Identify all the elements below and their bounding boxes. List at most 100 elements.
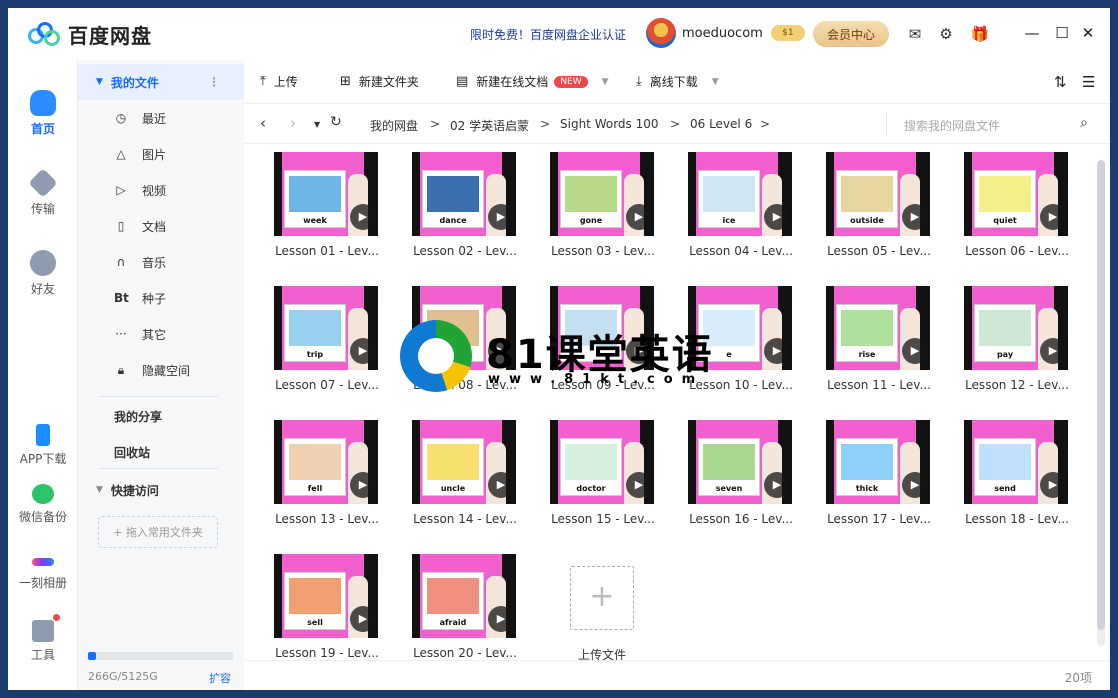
play-icon[interactable]: ▶ bbox=[1040, 338, 1066, 364]
file-item[interactable]: seven ▶ Lesson 16 - Lev... bbox=[686, 412, 796, 532]
file-name[interactable]: Lesson 20 - Lev... bbox=[410, 646, 520, 660]
side-recent[interactable]: ◷ 最近 bbox=[78, 100, 244, 136]
file-name[interactable]: Lesson 03 - Lev... bbox=[548, 244, 658, 258]
add-common-folder-dropzone[interactable]: + 拖入常用文件夹 bbox=[98, 516, 218, 548]
breadcrumb-item[interactable]: 我的网盘 bbox=[370, 117, 418, 134]
side-torrents[interactable]: Bt 种子 bbox=[78, 280, 244, 316]
chevron-down-icon[interactable]: ▼ bbox=[602, 77, 609, 87]
video-thumbnail[interactable]: thick ▶ bbox=[826, 420, 930, 504]
side-others[interactable]: ··· 其它 bbox=[78, 316, 244, 352]
file-item[interactable]: dance ▶ Lesson 02 - Lev... bbox=[410, 144, 520, 264]
file-item[interactable]: sell ▶ Lesson 19 - Lev... bbox=[272, 546, 382, 660]
file-item[interactable]: uncle ▶ Lesson 14 - Lev... bbox=[410, 412, 520, 532]
avatar[interactable] bbox=[646, 18, 676, 48]
mail-icon[interactable]: ✉ bbox=[905, 24, 925, 44]
expand-storage-link[interactable]: 扩容 bbox=[209, 670, 231, 686]
file-name[interactable]: Lesson 12 - Lev... bbox=[962, 378, 1072, 392]
offline-download-button[interactable]: ⤓ 离线下载 ▼ bbox=[636, 73, 719, 90]
back-icon[interactable]: ‹ bbox=[260, 114, 266, 132]
file-item[interactable]: send ▶ Lesson 18 - Lev... bbox=[962, 412, 1072, 532]
forward-icon[interactable]: › bbox=[290, 114, 296, 132]
file-item[interactable]: pay ▶ Lesson 12 - Lev... bbox=[962, 278, 1072, 398]
side-docs[interactable]: ▯ 文档 bbox=[78, 208, 244, 244]
caret-down-icon[interactable]: ▼ bbox=[96, 77, 103, 87]
nav-tools[interactable]: 工具 bbox=[8, 614, 78, 663]
file-item[interactable]: quiet ▶ Lesson 06 - Lev... bbox=[962, 144, 1072, 264]
file-name[interactable]: Lesson 11 - Lev... bbox=[824, 378, 934, 392]
side-hidden-space[interactable]: 🔒︎ 隐藏空间 bbox=[78, 352, 244, 388]
side-my-share[interactable]: 我的分享 bbox=[78, 398, 244, 434]
video-thumbnail[interactable]: outside ▶ bbox=[826, 152, 930, 236]
file-name[interactable]: Lesson 06 - Lev... bbox=[962, 244, 1072, 258]
video-thumbnail[interactable]: fell ▶ bbox=[274, 420, 378, 504]
caret-down-icon[interactable]: ▼ bbox=[96, 485, 103, 495]
play-icon[interactable]: ▶ bbox=[488, 472, 514, 498]
file-item[interactable]: fell ▶ Lesson 13 - Lev... bbox=[272, 412, 382, 532]
file-name[interactable]: Lesson 13 - Lev... bbox=[272, 512, 382, 526]
vip-badge[interactable]: $ 1 bbox=[770, 25, 805, 41]
breadcrumb-item[interactable]: Sight Words 100 bbox=[560, 117, 659, 131]
video-thumbnail[interactable]: seven ▶ bbox=[688, 420, 792, 504]
maximize-button[interactable]: ☐ bbox=[1052, 22, 1072, 44]
gift-icon[interactable]: 🎁 bbox=[970, 24, 990, 44]
file-name[interactable]: Lesson 14 - Lev... bbox=[410, 512, 520, 526]
play-icon[interactable]: ▶ bbox=[626, 204, 652, 230]
file-name[interactable]: Lesson 18 - Lev... bbox=[962, 512, 1072, 526]
play-icon[interactable]: ▶ bbox=[902, 472, 928, 498]
file-item[interactable]: gone ▶ Lesson 03 - Lev... bbox=[548, 144, 658, 264]
breadcrumb-item[interactable]: 02 学英语启蒙 bbox=[450, 117, 529, 134]
nav-app-download[interactable]: APP下载 bbox=[8, 424, 78, 467]
video-thumbnail[interactable]: afraid ▶ bbox=[412, 554, 516, 638]
play-icon[interactable]: ▶ bbox=[350, 338, 376, 364]
history-dropdown-icon[interactable]: ▼ bbox=[314, 120, 320, 129]
file-name[interactable]: Lesson 16 - Lev... bbox=[686, 512, 796, 526]
search-box[interactable]: 搜索我的网盘文件 ⌕ bbox=[886, 112, 1096, 136]
video-thumbnail[interactable]: trip ▶ bbox=[274, 286, 378, 370]
sort-icon[interactable]: ⇅ bbox=[1054, 73, 1067, 91]
video-thumbnail[interactable]: dance ▶ bbox=[412, 152, 516, 236]
nav-album[interactable]: 一刻相册 bbox=[8, 548, 78, 591]
side-recycle[interactable]: 回收站 bbox=[78, 434, 244, 470]
file-name[interactable]: Lesson 04 - Lev... bbox=[686, 244, 796, 258]
file-name[interactable]: Lesson 01 - Lev... bbox=[272, 244, 382, 258]
new-folder-button[interactable]: ⊞ 新建文件夹 bbox=[340, 73, 419, 90]
scrollbar-thumb[interactable] bbox=[1097, 160, 1105, 630]
video-thumbnail[interactable]: pay ▶ bbox=[964, 286, 1068, 370]
video-thumbnail[interactable]: week ▶ bbox=[274, 152, 378, 236]
file-name[interactable]: Lesson 02 - Lev... bbox=[410, 244, 520, 258]
enterprise-promo-link[interactable]: 限时免费！百度网盘企业认证 bbox=[470, 26, 626, 43]
breadcrumb-item-current[interactable]: 06 Level 6 bbox=[690, 117, 752, 131]
side-my-files[interactable]: ▼ 我的文件 ⋮ bbox=[78, 64, 244, 100]
close-button[interactable]: ✕ bbox=[1078, 22, 1098, 44]
file-item[interactable]: rise ▶ Lesson 11 - Lev... bbox=[824, 278, 934, 398]
file-item[interactable]: ice ▶ Lesson 04 - Lev... bbox=[686, 144, 796, 264]
side-images[interactable]: △ 图片 bbox=[78, 136, 244, 172]
file-item[interactable]: thick ▶ Lesson 17 - Lev... bbox=[824, 412, 934, 532]
play-icon[interactable]: ▶ bbox=[350, 204, 376, 230]
play-icon[interactable]: ▶ bbox=[488, 204, 514, 230]
play-icon[interactable]: ▶ bbox=[1040, 204, 1066, 230]
new-online-doc-button[interactable]: ▤ 新建在线文档 NEW ▼ bbox=[456, 73, 609, 90]
file-name[interactable]: Lesson 05 - Lev... bbox=[824, 244, 934, 258]
video-thumbnail[interactable]: doctor ▶ bbox=[550, 420, 654, 504]
refresh-icon[interactable]: ↻ bbox=[330, 114, 342, 130]
play-icon[interactable]: ▶ bbox=[902, 204, 928, 230]
play-icon[interactable]: ▶ bbox=[764, 338, 790, 364]
play-icon[interactable]: ▶ bbox=[902, 338, 928, 364]
list-view-icon[interactable]: ☰ bbox=[1082, 73, 1095, 91]
file-name[interactable]: Lesson 17 - Lev... bbox=[824, 512, 934, 526]
file-item[interactable]: week ▶ Lesson 01 - Lev... bbox=[272, 144, 382, 264]
video-thumbnail[interactable]: quiet ▶ bbox=[964, 152, 1068, 236]
video-thumbnail[interactable]: rise ▶ bbox=[826, 286, 930, 370]
file-item[interactable]: afraid ▶ Lesson 20 - Lev... bbox=[410, 546, 520, 660]
video-thumbnail[interactable]: sell ▶ bbox=[274, 554, 378, 638]
side-videos[interactable]: ▷ 视频 bbox=[78, 172, 244, 208]
play-icon[interactable]: ▶ bbox=[350, 472, 376, 498]
user-profile[interactable]: moeduocom $ 1 bbox=[646, 18, 805, 48]
file-name[interactable]: Lesson 15 - Lev... bbox=[548, 512, 658, 526]
member-center-button[interactable]: 会员中心 bbox=[813, 21, 889, 47]
play-icon[interactable]: ▶ bbox=[626, 472, 652, 498]
settings-gear-icon[interactable]: ⚙ bbox=[936, 24, 956, 44]
file-item[interactable]: outside ▶ Lesson 05 - Lev... bbox=[824, 144, 934, 264]
minimize-button[interactable]: — bbox=[1022, 22, 1042, 44]
